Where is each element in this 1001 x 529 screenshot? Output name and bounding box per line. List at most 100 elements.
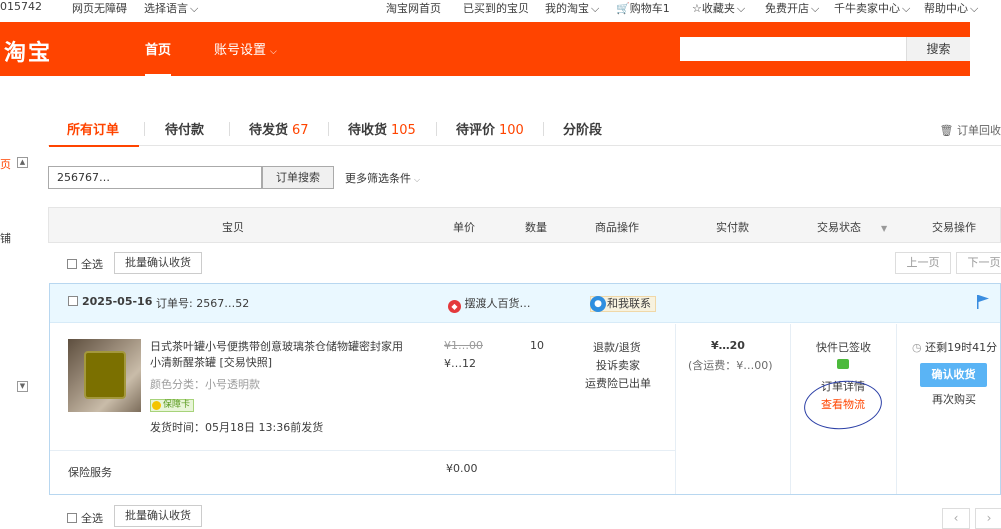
header-search-input[interactable]	[680, 37, 906, 61]
open-shop-label: 免费开店	[765, 2, 809, 15]
taobao-logo[interactable]: 淘宝	[4, 35, 52, 67]
chevron-down-icon: ⌵	[736, 2, 746, 15]
tab-label: 所有订单	[67, 123, 120, 138]
nav-account-label: 账号设置	[214, 43, 267, 58]
original-price: ¥1…00	[444, 339, 483, 352]
tab-count: 67	[292, 123, 309, 138]
user-id[interactable]: 015742	[0, 0, 42, 13]
sidebar-fragment-1[interactable]: 页	[0, 156, 11, 172]
tab-pending-payment[interactable]: 待付款	[165, 119, 204, 138]
select-all-checkbox[interactable]	[67, 513, 77, 523]
confirm-receipt-button[interactable]: 确认收货	[920, 363, 987, 387]
taobao-home-link[interactable]: 淘宝网首页	[386, 0, 441, 16]
site-topbar: 015742 网页无障碍 选择语言 ⌵ 淘宝网首页 已买到的宝贝 我的淘宝 ⌵ 🛒购…	[0, 0, 1001, 22]
tab-pending-review[interactable]: 待评价 100	[456, 119, 524, 138]
star-icon: ☆	[692, 2, 702, 15]
chevron-down-icon: ⌵	[902, 2, 911, 15]
column-trade-ops: 交易操作	[932, 221, 976, 234]
recycle-label: 订单回收	[957, 124, 1001, 137]
order-no-label: 订单号:	[156, 297, 193, 310]
buy-again-link[interactable]: 再次购买	[932, 391, 976, 407]
order-search-input[interactable]: 256767…	[48, 166, 262, 189]
order-no-value: 2567…52	[196, 297, 250, 310]
tab-pending-receipt[interactable]: 待收货 105	[348, 119, 416, 138]
guarantee-label: 保障卡	[163, 400, 191, 410]
trade-status: 快件已签收	[816, 341, 871, 354]
collapse-up-icon[interactable]: ▲	[17, 157, 28, 168]
batch-confirm-button-bottom[interactable]: 批量确认收货	[114, 505, 202, 527]
divider	[790, 324, 791, 494]
flag-icon[interactable]	[976, 294, 990, 310]
collapse-down-icon[interactable]: ▼	[17, 381, 28, 392]
unit-price: ¥…12	[444, 357, 476, 370]
more-filters-label: 更多筛选条件	[345, 172, 411, 185]
refund-link[interactable]: 退款/退货	[593, 339, 641, 355]
tab-divider	[436, 122, 437, 136]
tab-pending-shipment[interactable]: 待发货 67	[249, 119, 309, 138]
shop-icon: ◆	[448, 300, 461, 313]
header-search-button[interactable]: 搜索	[906, 37, 970, 61]
tab-divider	[328, 122, 329, 136]
my-taobao-label: 我的淘宝	[545, 2, 589, 15]
purchased-link[interactable]: 已买到的宝贝	[463, 0, 529, 16]
chevron-down-icon: ⌵	[811, 2, 820, 15]
contact-label: 和我联系	[607, 297, 651, 310]
select-all-checkbox[interactable]	[67, 259, 77, 269]
divider	[50, 450, 675, 451]
my-taobao-link[interactable]: 我的淘宝 ⌵	[545, 0, 599, 16]
tab-label: 待评价	[456, 123, 496, 138]
order-checkbox-wrap[interactable]: 2025-05-16	[68, 295, 152, 308]
tab-label: 待收货	[348, 123, 388, 138]
tab-divider	[144, 122, 145, 136]
seller-center-label: 千牛卖家中心	[834, 2, 900, 15]
tab-count: 105	[391, 123, 416, 138]
select-all-bottom[interactable]: 全选	[67, 510, 103, 526]
product-variant: 颜色分类：小号透明款	[150, 378, 260, 391]
prev-page-button[interactable]: 上一页	[895, 252, 951, 274]
language-label: 选择语言	[144, 2, 188, 15]
cart-label: 购物车1	[629, 2, 670, 15]
cart-link[interactable]: 🛒购物车1	[616, 0, 670, 16]
tab-all-orders[interactable]: 所有订单	[48, 119, 140, 147]
column-item: 宝贝	[222, 221, 244, 234]
guarantee-badge[interactable]: 保障卡	[150, 399, 195, 412]
site-header: 淘宝 首页 账号设置 ⌵ 搜索	[0, 22, 970, 77]
trash-icon: 🗑	[939, 124, 954, 137]
shop-name: 摆渡人百货…	[464, 297, 531, 310]
countdown-label: 还剩19时41分	[925, 341, 998, 354]
complain-link[interactable]: 投诉卖家	[596, 357, 640, 373]
batch-confirm-button-top[interactable]: 批量确认收货	[114, 252, 202, 274]
language-select[interactable]: 选择语言 ⌵	[144, 0, 198, 16]
favorites-link[interactable]: ☆收藏夹 ⌵	[692, 0, 745, 16]
order-header: 2025-05-16 订单号: 2567…52 ◆ 摆渡人百货… ● 和我联系	[50, 284, 1000, 323]
more-filters-toggle[interactable]: 更多筛选条件 ⌵	[345, 170, 420, 186]
tab-staged[interactable]: 分阶段	[563, 119, 602, 138]
product-title[interactable]: 日式茶叶罐小号便携带创意玻璃茶仓储物罐密封家用小清新醒茶罐 [交易快照]	[150, 339, 412, 371]
nav-account-settings[interactable]: 账号设置 ⌵	[214, 39, 277, 58]
recycle-bin-link[interactable]: 🗑 订单回收	[940, 122, 1001, 138]
tab-divider	[543, 122, 544, 136]
nav-home[interactable]: 首页	[145, 39, 172, 77]
sidebar-fragment-2[interactable]: 铺	[0, 230, 11, 246]
accessible-link[interactable]: 网页无障碍	[72, 0, 127, 16]
column-ops: 商品操作	[595, 221, 639, 234]
column-status[interactable]: 交易状态 ▼	[817, 219, 887, 235]
prev-arrow-icon[interactable]: ‹	[942, 508, 970, 529]
countdown: ◷ 还剩19时41分	[912, 339, 997, 355]
message-icon[interactable]	[837, 359, 849, 369]
open-shop-link[interactable]: 免费开店 ⌵	[765, 0, 819, 16]
order-tabs: 所有订单 待付款 待发货 67 待收货 105 待评价 100 分阶段 🗑 订单回收	[48, 110, 1001, 147]
contact-seller-button[interactable]: ● 和我联系	[590, 296, 656, 312]
order-checkbox[interactable]	[68, 296, 78, 306]
seller-center-link[interactable]: 千牛卖家中心 ⌵	[834, 0, 910, 16]
chevron-down-icon: ⌵	[970, 2, 979, 15]
tab-label: 待付款	[165, 123, 205, 138]
select-all-top[interactable]: 全选	[67, 256, 103, 272]
next-arrow-icon[interactable]: ›	[975, 508, 1001, 529]
help-link[interactable]: 帮助中心 ⌵	[924, 0, 978, 16]
order-search-button[interactable]: 订单搜索	[262, 166, 334, 189]
product-thumbnail[interactable]	[68, 339, 141, 412]
shop-link[interactable]: ◆ 摆渡人百货…	[448, 295, 531, 313]
next-page-button[interactable]: 下一页	[956, 252, 1001, 274]
clock-icon: ◷	[912, 341, 922, 354]
